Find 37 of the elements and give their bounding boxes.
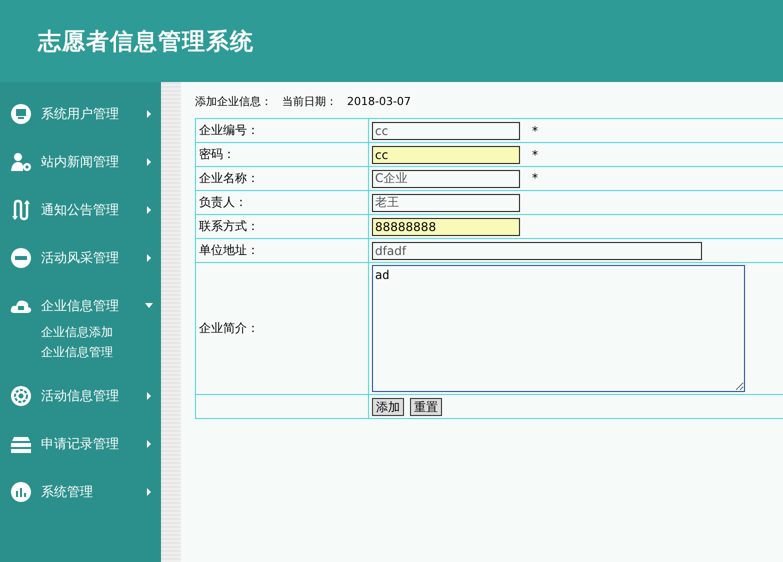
input-field[interactable]: cc — [372, 122, 520, 140]
submenu-item[interactable]: 企业信息管理 — [41, 342, 113, 362]
menu-item[interactable]: 站内新闻管理 — [0, 138, 161, 186]
page-heading: 添加企业信息： — [195, 95, 272, 108]
required-mark: * — [532, 148, 538, 162]
menu-item[interactable]: 活动风采管理 — [0, 234, 161, 282]
add-button[interactable]: 添加 — [372, 398, 404, 416]
menu-item[interactable]: 活动信息管理 — [0, 372, 161, 420]
date-label: 当前日期： — [282, 95, 337, 108]
field-label: 企业编号： — [199, 123, 259, 137]
required-mark: * — [532, 171, 538, 185]
arrows-icon — [10, 199, 32, 221]
date-value: 2018-03-07 — [347, 95, 411, 108]
menu-item[interactable]: 系统管理 — [0, 468, 161, 516]
menu-item[interactable]: 通知公告管理 — [0, 186, 161, 234]
textarea-field[interactable]: ad — [372, 265, 745, 392]
chart-icon — [10, 481, 32, 503]
field-label: 企业简介： — [199, 321, 259, 335]
input-field[interactable]: C企业 — [372, 170, 520, 188]
menu-item[interactable]: 申请记录管理 — [0, 420, 161, 468]
input-field[interactable]: 老王 — [372, 194, 520, 212]
field-label: 单位地址： — [199, 243, 259, 257]
menu-item[interactable]: 系统用户管理 — [0, 90, 161, 138]
user-icon — [10, 151, 32, 173]
required-mark: * — [532, 124, 538, 138]
field-label: 负责人： — [199, 195, 247, 209]
field-label: 联系方式： — [199, 219, 259, 233]
gear-icon — [10, 385, 32, 407]
input-field[interactable]: 88888888 — [372, 218, 520, 236]
input-field[interactable]: dfadf — [372, 242, 702, 260]
reset-button[interactable]: 重置 — [410, 398, 442, 416]
input-field[interactable]: cc — [372, 146, 520, 164]
field-label: 企业名称： — [199, 171, 259, 185]
submenu-item[interactable]: 企业信息添加 — [41, 322, 113, 342]
field-label: 密码： — [199, 147, 235, 161]
monitor-icon — [10, 103, 32, 125]
app-title: 志愿者信息管理系统 — [38, 28, 254, 56]
